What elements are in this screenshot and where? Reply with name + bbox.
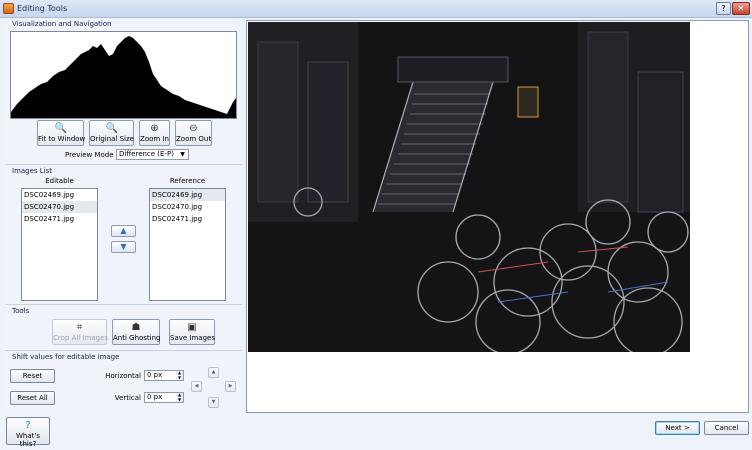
- histogram-chart: [11, 36, 236, 118]
- nudge-down-button[interactable]: ▼: [208, 397, 219, 408]
- histogram-area: [11, 36, 236, 118]
- next-button[interactable]: Next >: [655, 421, 700, 435]
- preview-image[interactable]: [248, 22, 690, 352]
- preview-area[interactable]: [246, 20, 749, 413]
- preview-mode-select[interactable]: Difference (E-P) ▼: [116, 149, 189, 160]
- chevron-down-icon: ▼: [180, 151, 185, 158]
- editable-header: Editable: [45, 177, 74, 185]
- zoom-out-icon: ⊖: [189, 123, 198, 134]
- arrow-down-icon: ▼: [211, 399, 216, 405]
- preview-mode-row: Preview Mode Difference (E-P) ▼: [65, 149, 245, 161]
- reset-all-button[interactable]: Reset All: [10, 391, 55, 405]
- original-size-button[interactable]: 🔍 Original Size: [89, 120, 134, 146]
- arrow-right-icon: ▶: [228, 383, 233, 389]
- divider: [5, 350, 242, 351]
- whats-this-button[interactable]: ? What's this?: [6, 417, 50, 448]
- tools-group-title: Tools: [12, 307, 30, 315]
- fit-to-window-button[interactable]: 🔍 Fit to Window: [37, 120, 85, 146]
- title-bar: Editing Tools ? ✕: [0, 0, 752, 18]
- nudge-up-button[interactable]: ▲: [208, 367, 219, 378]
- nudge-right-button[interactable]: ▶: [225, 381, 236, 392]
- arrow-up-icon: ▲: [211, 369, 216, 375]
- move-down-button[interactable]: ▼: [111, 241, 136, 253]
- list-item[interactable]: DSC02469.jpg: [150, 189, 225, 201]
- list-item[interactable]: DSC02470.jpg: [150, 201, 225, 213]
- zoom-in-button[interactable]: ⊕ Zoom In: [139, 120, 170, 146]
- horizontal-spinbox[interactable]: 0 px ▲ ▼: [144, 370, 184, 381]
- list-item[interactable]: DSC02471.jpg: [150, 213, 225, 225]
- editable-listbox[interactable]: DSC02469.jpg DSC02470.jpg DSC02471.jpg: [21, 188, 98, 301]
- crop-icon: ⌗: [76, 322, 83, 333]
- zoom-out-button[interactable]: ⊖ Zoom Out: [175, 120, 212, 146]
- ghost-icon: ☗: [131, 322, 141, 333]
- anti-ghosting-button[interactable]: ☗ Anti Ghosting: [112, 319, 161, 345]
- divider: [5, 304, 242, 305]
- move-up-button[interactable]: ▲: [111, 225, 136, 237]
- visualization-group-title: Visualization and Navigation: [12, 20, 112, 28]
- app-icon: [3, 3, 14, 14]
- list-item[interactable]: DSC02469.jpg: [22, 189, 97, 201]
- bottom-bar: ? What's this? Next > Cancel: [0, 413, 752, 450]
- left-panel: Visualization and Navigation 🔍 Fit to Wi…: [5, 19, 242, 412]
- list-item[interactable]: DSC02471.jpg: [22, 213, 97, 225]
- save-images-button[interactable]: ▣ Save Images: [169, 319, 215, 345]
- horizontal-label: Horizontal: [105, 372, 141, 380]
- difference-image: [248, 22, 690, 352]
- vertical-spinbox[interactable]: 0 px ▲ ▼: [144, 392, 184, 403]
- help-window-button[interactable]: ?: [716, 2, 731, 15]
- arrow-left-icon: ◀: [194, 383, 199, 389]
- zoom-in-icon: ⊕: [150, 123, 159, 134]
- spin-down-icon[interactable]: ▼: [176, 376, 183, 380]
- images-list-group-title: Images List: [12, 167, 53, 175]
- preview-mode-label: Preview Mode: [65, 151, 114, 159]
- reset-button[interactable]: Reset: [10, 369, 55, 383]
- divider: [5, 164, 242, 165]
- magnifier-icon: 🔍: [105, 123, 118, 134]
- reference-listbox[interactable]: DSC02469.jpg DSC02470.jpg DSC02471.jpg: [149, 188, 226, 301]
- arrow-down-icon: ▼: [120, 242, 127, 251]
- arrow-up-icon: ▲: [120, 226, 127, 235]
- reference-header: Reference: [169, 177, 206, 185]
- shift-group-title: Shift values for editable image: [12, 353, 120, 361]
- spin-down-icon[interactable]: ▼: [176, 398, 183, 402]
- crop-all-images-button[interactable]: ⌗ Crop All Images: [52, 319, 108, 345]
- window-title: Editing Tools: [17, 4, 68, 13]
- histogram: [10, 31, 237, 119]
- help-icon: ?: [25, 420, 31, 431]
- close-window-button[interactable]: ✕: [732, 2, 750, 15]
- nudge-left-button[interactable]: ◀: [191, 381, 202, 392]
- cancel-button[interactable]: Cancel: [704, 421, 749, 435]
- magnifier-icon: 🔍: [54, 123, 67, 134]
- vertical-label: Vertical: [114, 394, 141, 402]
- floppy-icon: ▣: [187, 322, 197, 333]
- list-item[interactable]: DSC02470.jpg: [22, 201, 97, 213]
